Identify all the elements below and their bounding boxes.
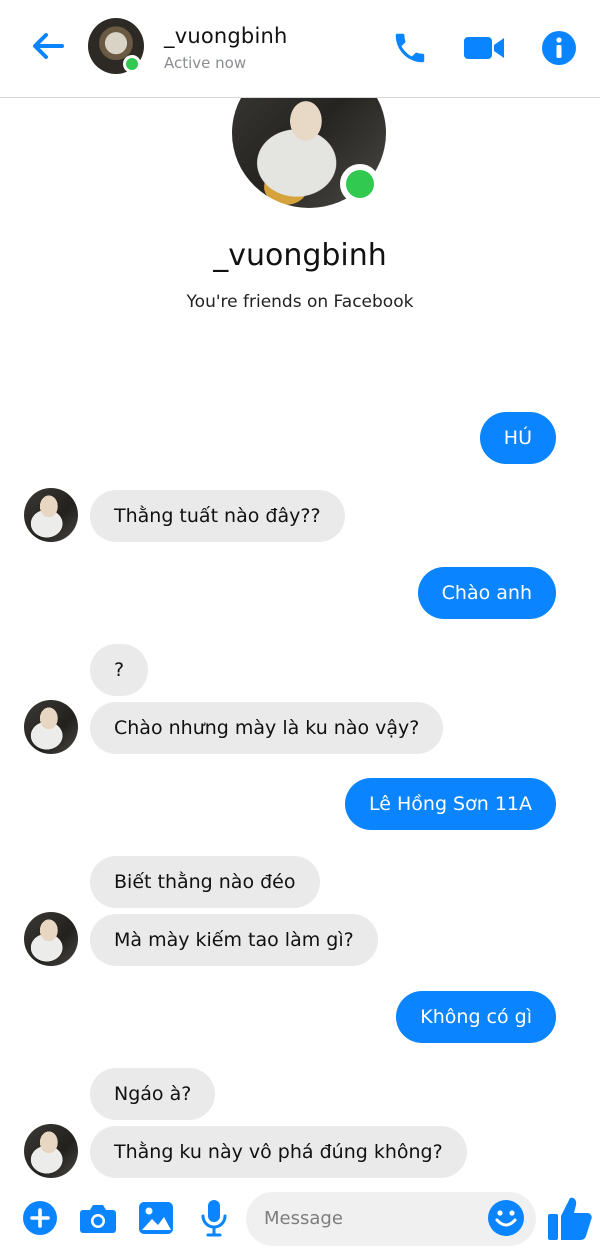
info-button[interactable] <box>537 26 581 70</box>
phone-icon <box>395 33 425 63</box>
message-bubble-incoming[interactable]: Ngáo à? <box>90 1068 216 1120</box>
image-icon <box>139 1202 173 1234</box>
camera-icon <box>80 1205 116 1233</box>
online-indicator <box>123 55 141 73</box>
info-icon <box>542 31 576 65</box>
profile-online-indicator <box>340 164 380 204</box>
message-bubble-incoming[interactable]: Biết thằng nào đéo <box>90 856 320 908</box>
video-camera-icon <box>464 37 504 59</box>
message-bubble-outgoing[interactable]: Không có gì <box>396 991 556 1043</box>
gallery-button[interactable] <box>136 1198 176 1238</box>
message-input-placeholder[interactable]: Message <box>264 1208 343 1229</box>
sender-avatar[interactable] <box>24 1124 78 1178</box>
message-bubble-incoming[interactable]: Chào nhưng mày là ku nào vậy? <box>90 702 444 754</box>
message-bubble-incoming[interactable]: Thằng tuất nào đây?? <box>90 490 345 542</box>
plus-circle-icon <box>23 1201 57 1235</box>
video-call-button[interactable] <box>462 26 506 70</box>
sender-avatar[interactable] <box>24 488 78 542</box>
message-composer: Message <box>0 1184 600 1257</box>
sender-avatar[interactable] <box>24 912 78 966</box>
contact-name[interactable]: _vuongbinh <box>164 24 288 48</box>
message-bubble-incoming[interactable]: ? <box>90 644 149 696</box>
profile-name: _vuongbinh <box>213 238 387 273</box>
message-bubble-outgoing[interactable]: Chào anh <box>417 567 556 619</box>
friendship-status: You're friends on Facebook <box>186 292 414 312</box>
like-button[interactable] <box>546 1192 594 1244</box>
add-button[interactable] <box>20 1198 60 1238</box>
emoji-button[interactable] <box>486 1198 526 1238</box>
message-bubble-outgoing[interactable]: HÚ <box>479 412 556 464</box>
message-bubble-incoming[interactable]: Mà mày kiếm tao làm gì? <box>90 914 378 966</box>
back-button[interactable] <box>28 26 68 66</box>
thumbs-up-icon <box>548 1197 592 1240</box>
chat-header: _vuongbinh Active now <box>0 0 600 98</box>
microphone-icon <box>201 1200 227 1237</box>
call-button[interactable] <box>388 26 432 70</box>
contact-status: Active now <box>164 54 247 72</box>
message-bubble-incoming[interactable]: Thằng ku này vô phá đúng không? <box>90 1126 467 1178</box>
message-bubble-outgoing[interactable]: Lê Hồng Sơn 11A <box>345 778 556 830</box>
camera-button[interactable] <box>78 1198 118 1238</box>
emoji-icon <box>488 1200 524 1236</box>
arrow-left-icon <box>33 33 64 59</box>
voice-message-button[interactable] <box>194 1198 234 1238</box>
sender-avatar[interactable] <box>24 700 78 754</box>
